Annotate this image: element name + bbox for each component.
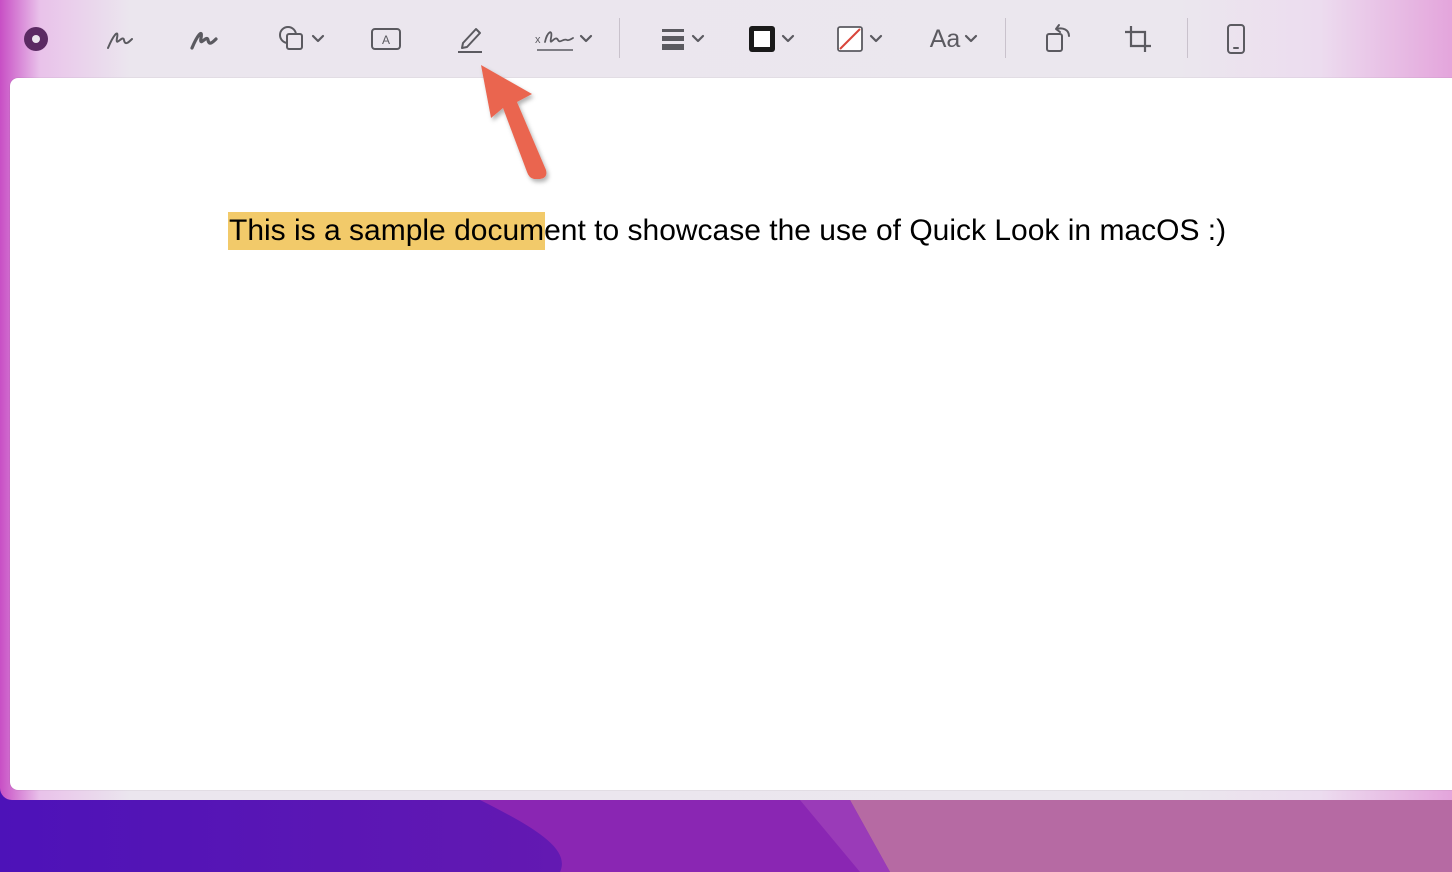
- chevron-down-icon: [781, 34, 795, 43]
- draw-icon[interactable]: [186, 18, 222, 60]
- quick-look-window: A x Aa This is a sample document to show…: [0, 0, 1452, 800]
- markup-circle-icon[interactable]: [22, 18, 50, 60]
- line-weight-icon: [662, 29, 684, 50]
- signature-icon: x: [535, 31, 574, 51]
- iphone-icon[interactable]: [1220, 18, 1252, 60]
- sketch-icon[interactable]: [102, 18, 138, 60]
- fill-color-button[interactable]: [828, 18, 890, 60]
- shapes-button[interactable]: [270, 18, 332, 60]
- border-color-button[interactable]: [740, 18, 802, 60]
- chevron-down-icon: [691, 34, 705, 43]
- toolbar-divider: [619, 18, 620, 58]
- annotation-arrow: [481, 65, 547, 179]
- toolbar-divider: [1005, 18, 1006, 58]
- svg-text:A: A: [382, 33, 390, 47]
- chevron-down-icon: [579, 34, 593, 43]
- text-box-icon[interactable]: A: [366, 18, 406, 60]
- document-text: This is a sample document to showcase th…: [229, 214, 1227, 247]
- crop-icon[interactable]: [1120, 18, 1156, 60]
- border-color-icon: [749, 26, 775, 52]
- chevron-down-icon: [311, 34, 325, 43]
- fill-color-icon: [837, 26, 863, 52]
- text-style-button[interactable]: Aa: [922, 18, 986, 60]
- document-preview: This is a sample document to showcase th…: [10, 78, 1452, 790]
- markup-toolbar: A x Aa: [0, 0, 1452, 78]
- toolbar-divider: [1187, 18, 1188, 58]
- text-style-label: Aa: [929, 24, 961, 53]
- highlight-pen-icon[interactable]: [452, 18, 488, 60]
- shapes-icon: [279, 26, 303, 50]
- chevron-down-icon: [869, 34, 883, 43]
- chevron-down-icon: [965, 34, 978, 43]
- svg-text:x: x: [535, 34, 541, 46]
- sign-button[interactable]: x: [530, 18, 596, 60]
- shape-style-button[interactable]: [652, 18, 712, 60]
- rotate-icon[interactable]: [1038, 18, 1076, 60]
